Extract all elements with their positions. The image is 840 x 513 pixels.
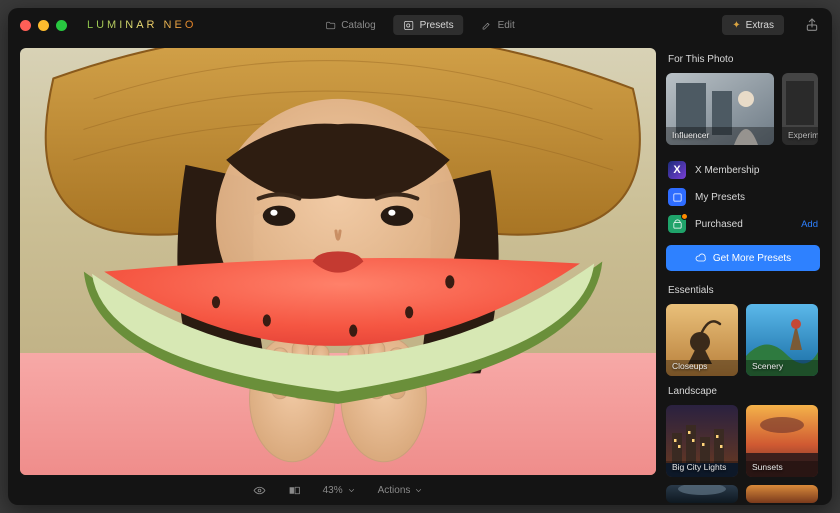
preset-thumb-closeups[interactable]: Closeups (666, 304, 738, 376)
pencil-icon (482, 20, 493, 31)
titlebar: LUMINAR NEO Catalog Presets Edit ✦ Extra… (8, 8, 832, 42)
share-button[interactable] (804, 17, 820, 33)
preset-thumb-influencer[interactable]: Influencer (666, 73, 774, 145)
app-window: LUMINAR NEO Catalog Presets Edit ✦ Extra… (8, 8, 832, 505)
my-presets-icon (668, 188, 686, 206)
image-canvas[interactable] (20, 48, 656, 475)
get-more-presets-button[interactable]: Get More Presets (666, 245, 820, 271)
share-icon (804, 17, 820, 33)
item-label: My Presets (695, 192, 745, 203)
thumb-label: Big City Lights (672, 462, 726, 472)
tab-label: Edit (498, 20, 515, 31)
extras-label: Extras (746, 20, 774, 31)
section-title-essentials: Essentials (668, 285, 820, 296)
tab-presets[interactable]: Presets (394, 15, 464, 35)
body: 43% Actions For This Photo Influencer (8, 42, 832, 505)
preset-thumb-bigcitylights[interactable]: Big City Lights (666, 405, 738, 477)
thumb-label: Experime (788, 130, 818, 140)
essentials-row: Closeups Scenery (666, 304, 820, 376)
thumb-label: Sunsets (752, 462, 783, 472)
membership-list: X X Membership My Presets Purchased Add (668, 161, 818, 233)
preset-thumb-scenery[interactable]: Scenery (746, 304, 818, 376)
x-membership-icon: X (668, 161, 686, 179)
tab-catalog[interactable]: Catalog (315, 15, 385, 35)
actions-dropdown[interactable]: Actions (378, 485, 424, 496)
section-title-forthisphoto: For This Photo (668, 54, 820, 65)
bottombar: 43% Actions (20, 475, 656, 505)
folder-icon (325, 20, 336, 31)
cloud-icon (695, 252, 707, 264)
maximize-icon[interactable] (56, 20, 67, 31)
my-presets-item[interactable]: My Presets (668, 188, 818, 206)
x-membership-item[interactable]: X X Membership (668, 161, 818, 179)
tab-label: Catalog (341, 20, 375, 31)
main-tabs: Catalog Presets Edit (315, 15, 525, 35)
preset-thumb-partial-1[interactable] (666, 485, 738, 503)
extras-button[interactable]: ✦ Extras (722, 15, 784, 35)
chevron-down-icon (414, 486, 423, 495)
close-icon[interactable] (20, 20, 31, 31)
section-title-landscape: Landscape (668, 386, 820, 397)
compare-icon (288, 484, 301, 497)
actions-label: Actions (378, 485, 411, 496)
forthisphoto-row: Influencer Experime (666, 73, 820, 145)
toggle-preview-button[interactable] (253, 484, 266, 497)
compare-button[interactable] (288, 484, 301, 497)
sliders-icon (404, 20, 415, 31)
zoom-dropdown[interactable]: 43% (323, 485, 356, 496)
zoom-value: 43% (323, 485, 343, 496)
preset-thumb-experime[interactable]: Experime (782, 73, 818, 145)
purchased-item[interactable]: Purchased Add (668, 215, 818, 233)
purchased-icon (668, 215, 686, 233)
landscape-row: Big City Lights Sunsets (666, 405, 820, 477)
badge-icon (681, 213, 688, 220)
sparkle-icon: ✦ (732, 20, 740, 31)
viewport: 43% Actions (8, 42, 660, 505)
landscape-row-2 (666, 485, 820, 503)
preset-thumb-sunsets[interactable]: Sunsets (746, 405, 818, 477)
tab-edit[interactable]: Edit (472, 15, 525, 35)
thumb-label: Scenery (752, 361, 783, 371)
right-panel: For This Photo Influencer Experime X X M… (660, 42, 832, 505)
window-controls (20, 20, 67, 31)
chevron-down-icon (347, 486, 356, 495)
item-label: X Membership (695, 165, 759, 176)
thumb-label: Influencer (672, 130, 709, 140)
button-label: Get More Presets (713, 253, 791, 264)
brand-logo: LUMINAR NEO (87, 19, 196, 31)
preset-thumb-partial-2[interactable] (746, 485, 818, 503)
eye-icon (253, 484, 266, 497)
minimize-icon[interactable] (38, 20, 49, 31)
add-link[interactable]: Add (801, 219, 818, 230)
thumb-label: Closeups (672, 361, 707, 371)
item-label: Purchased (695, 219, 743, 230)
tab-label: Presets (420, 20, 454, 31)
